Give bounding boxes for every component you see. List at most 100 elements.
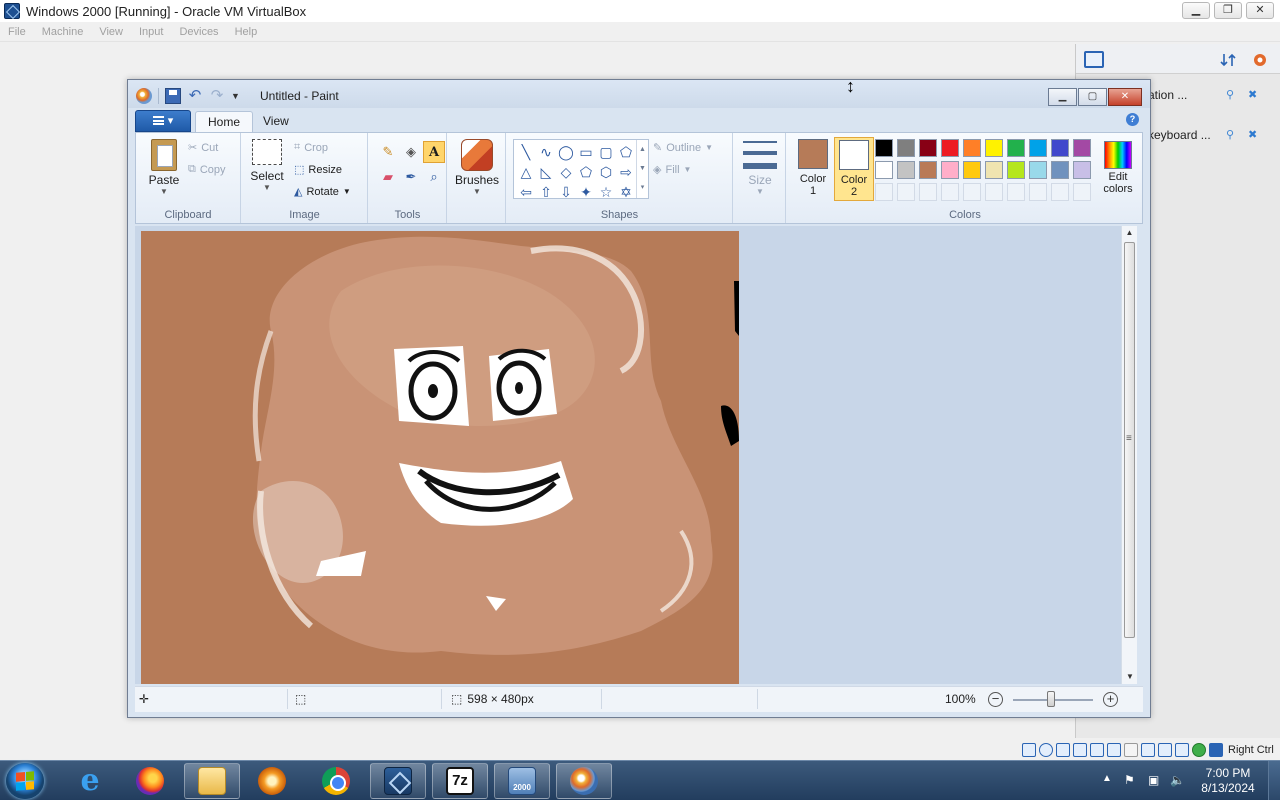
network-icon[interactable] (1073, 743, 1087, 757)
palette-swatch[interactable] (985, 139, 1003, 157)
paint-minimize-button[interactable]: ▁ (1048, 88, 1077, 106)
paint-menu-button[interactable]: ▾ (135, 110, 191, 132)
taskbar-paint[interactable] (556, 763, 612, 799)
text-icon[interactable]: A (423, 141, 445, 163)
color2-button[interactable]: Color 2 (834, 137, 874, 201)
drawing-canvas[interactable] (141, 231, 739, 684)
paste-button[interactable]: Paste ▼ (144, 139, 184, 196)
fill-button[interactable]: ◈ Fill ▼ (653, 163, 691, 177)
taskbar-chrome[interactable] (308, 763, 364, 799)
volume-muted-icon[interactable]: 🔈 (1170, 773, 1185, 787)
shared-folders-icon[interactable] (1107, 743, 1121, 757)
sort-icon[interactable] (1220, 52, 1236, 68)
shape-option[interactable]: △ (516, 162, 536, 182)
taskbar-7zip[interactable]: 7z (432, 763, 488, 799)
custom-color-slot[interactable] (875, 183, 893, 201)
host-restore-button[interactable]: ❐ (1214, 2, 1242, 19)
crop-button[interactable]: ⌗ Crop (294, 141, 328, 154)
select-button[interactable]: Select ▼ (248, 139, 286, 192)
show-hidden-icons-icon[interactable]: ▲ (1102, 773, 1112, 784)
palette-swatch[interactable] (1007, 139, 1025, 157)
shape-option[interactable]: ▢ (596, 142, 616, 162)
palette-swatch[interactable] (1073, 139, 1091, 157)
pin-icon[interactable]: ⚲ (1226, 88, 1238, 101)
shape-option[interactable]: ⇧ (536, 182, 556, 202)
palette-swatch[interactable] (1029, 139, 1047, 157)
custom-color-slot[interactable] (897, 183, 915, 201)
customize-qat-dropdown-icon[interactable]: ▼ (231, 91, 240, 101)
cpu-icon[interactable] (1158, 743, 1172, 757)
scroll-thumb[interactable] (1124, 242, 1135, 638)
palette-swatch[interactable] (875, 161, 893, 179)
save-icon[interactable] (165, 88, 181, 104)
color-picker-icon[interactable]: ✒ (400, 166, 422, 188)
menu-input[interactable]: Input (139, 26, 171, 38)
help-icon[interactable]: ? (1126, 113, 1139, 126)
palette-swatch[interactable] (941, 139, 959, 157)
close-icon[interactable]: ✖ (1248, 88, 1260, 101)
eraser-icon[interactable]: ▰ (377, 166, 399, 188)
menu-view[interactable]: View (99, 26, 131, 38)
cut-button[interactable]: ✂ Cut (188, 141, 218, 155)
custom-color-slot[interactable] (1051, 183, 1069, 201)
palette-swatch[interactable] (919, 139, 937, 157)
usb-icon[interactable] (1090, 743, 1104, 757)
palette-swatch[interactable] (1007, 161, 1025, 179)
taskbar-firefox[interactable] (122, 763, 178, 799)
custom-color-slot[interactable] (941, 183, 959, 201)
palette-swatch[interactable] (897, 139, 915, 157)
taskbar-windows-2000-vm[interactable]: 2000 (494, 763, 550, 799)
brushes-button[interactable]: Brushes ▼ (452, 139, 502, 196)
undo-icon[interactable]: ↶ (187, 88, 203, 104)
tab-view[interactable]: View (251, 111, 301, 133)
redo-icon[interactable]: ↷ (209, 88, 225, 104)
pencil-icon[interactable]: ✎ (377, 141, 399, 163)
shapes-scrollbar[interactable]: ▲ ▼ ▾ (636, 140, 648, 198)
custom-color-slot[interactable] (1029, 183, 1047, 201)
shape-option[interactable]: ╲ (516, 142, 536, 162)
shape-option[interactable]: ▭ (576, 142, 596, 162)
host-minimize-button[interactable]: ▁ (1182, 2, 1210, 19)
monitor-icon[interactable] (1084, 51, 1104, 68)
shape-option[interactable]: ◯ (556, 142, 576, 162)
menu-devices[interactable]: Devices (179, 26, 226, 38)
zoom-in-button[interactable]: + (1103, 692, 1118, 707)
rotate-button[interactable]: ◭ Rotate ▼ (294, 185, 351, 199)
menu-machine[interactable]: Machine (42, 26, 92, 38)
taskbar-file-explorer[interactable] (184, 763, 240, 799)
palette-swatch[interactable] (897, 161, 915, 179)
menu-file[interactable]: File (8, 26, 34, 38)
start-button[interactable] (6, 763, 44, 799)
virtualization-icon[interactable] (1175, 743, 1189, 757)
display-icon[interactable] (1124, 743, 1138, 757)
close-icon[interactable]: ✖ (1248, 128, 1260, 141)
shape-option[interactable]: ◺ (536, 162, 556, 182)
audio-icon[interactable] (1056, 743, 1070, 757)
paint-close-button[interactable]: ✕ (1108, 88, 1142, 106)
shape-option[interactable]: ⬡ (596, 162, 616, 182)
shape-option[interactable]: ∿ (536, 142, 556, 162)
taskbar-virtualbox[interactable] (370, 763, 426, 799)
palette-swatch[interactable] (1029, 161, 1047, 179)
zoom-slider-thumb[interactable] (1047, 691, 1055, 707)
copy-button[interactable]: ⧉ Copy (188, 163, 226, 176)
taskbar-internet-explorer[interactable]: e (62, 763, 118, 799)
show-desktop-button[interactable] (1268, 761, 1280, 800)
pin-icon[interactable]: ⚲ (1226, 128, 1238, 141)
resize-button[interactable]: ⬚ Resize (294, 163, 342, 177)
tab-home[interactable]: Home (195, 111, 254, 133)
shape-option[interactable]: ⇩ (556, 182, 576, 202)
scroll-up-arrow[interactable]: ▲ (1122, 226, 1137, 240)
shape-option[interactable]: ✦ (576, 182, 596, 202)
palette-swatch[interactable] (875, 139, 893, 157)
taskbar-media-player[interactable] (244, 763, 300, 799)
zoom-out-button[interactable]: − (988, 692, 1003, 707)
optical-drive-icon[interactable] (1039, 743, 1053, 757)
magnifier-icon[interactable]: ⌕ (423, 166, 445, 188)
palette-swatch[interactable] (919, 161, 937, 179)
canvas-area[interactable] (135, 226, 1135, 684)
hard-disk-icon[interactable] (1022, 743, 1036, 757)
shape-option[interactable]: ☆ (596, 182, 616, 202)
shape-option[interactable]: ✡ (616, 182, 636, 202)
fill-icon[interactable]: ◈ (400, 141, 422, 163)
